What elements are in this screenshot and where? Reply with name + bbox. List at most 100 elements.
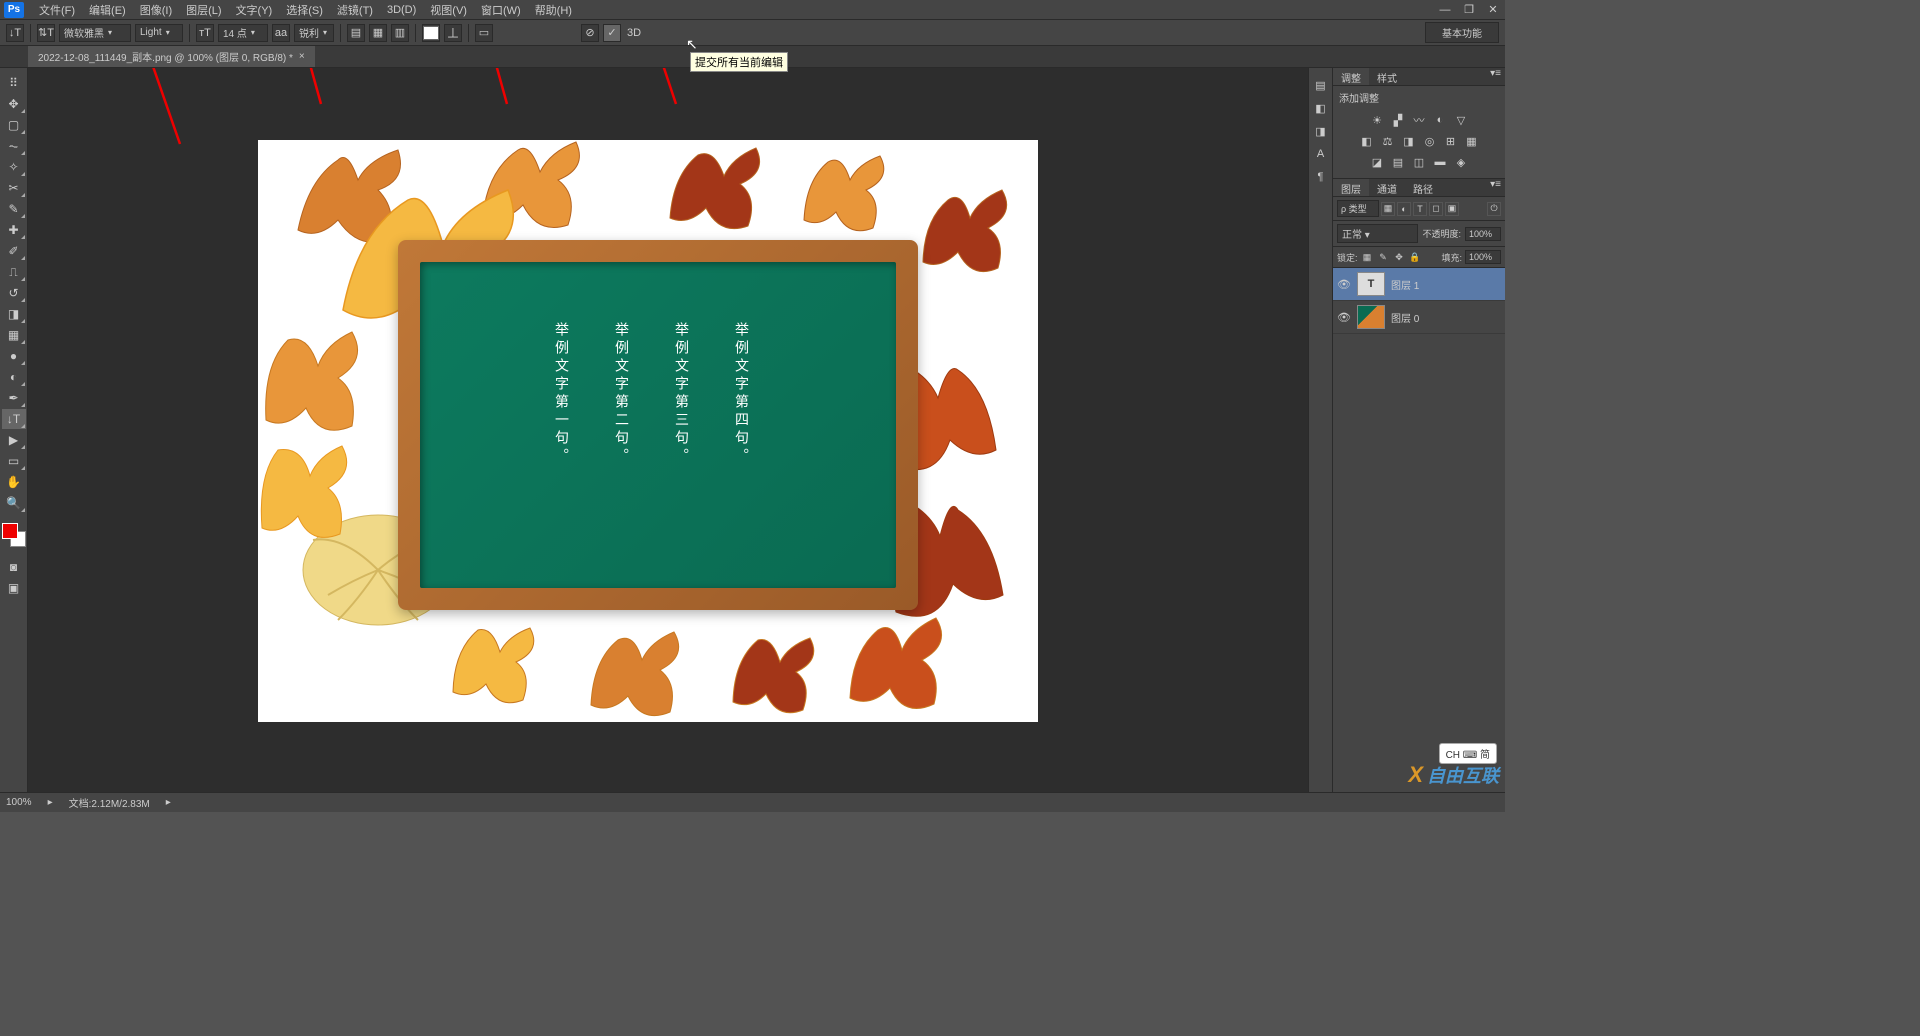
- levels-icon[interactable]: ▞: [1389, 111, 1407, 129]
- history-panel-icon[interactable]: ▤: [1311, 75, 1331, 95]
- colorbalance-icon[interactable]: ⚖: [1379, 132, 1397, 150]
- text-direction-icon[interactable]: ⇅T: [37, 24, 55, 42]
- vertical-text-4[interactable]: 举例文字第四句。: [730, 322, 750, 466]
- font-size-select[interactable]: 14 点 ▾: [218, 24, 268, 42]
- lock-position-icon[interactable]: ✥: [1393, 251, 1406, 264]
- menu-edit[interactable]: 编辑(E): [82, 0, 133, 20]
- menu-help[interactable]: 帮助(H): [528, 0, 579, 20]
- align-top-icon[interactable]: ▤: [347, 24, 365, 42]
- tab-adjustments[interactable]: 调整: [1333, 68, 1369, 85]
- font-style-select[interactable]: Light ▾: [135, 24, 183, 42]
- screenmode-tool[interactable]: ▣: [2, 578, 26, 598]
- history-brush-tool[interactable]: ↺: [2, 283, 26, 303]
- blend-mode-select[interactable]: 正常 ▾: [1337, 224, 1418, 243]
- menu-filter[interactable]: 滤镜(T): [330, 0, 380, 20]
- document-canvas[interactable]: 举例文字第一句。 举例文字第二句。 举例文字第三句。 举例文字第四句。: [258, 140, 1038, 722]
- swatches-panel-icon[interactable]: ◨: [1311, 121, 1331, 141]
- posterize-icon[interactable]: ▤: [1389, 153, 1407, 171]
- brush-tool[interactable]: ✐: [2, 241, 26, 261]
- filter-smart-icon[interactable]: ▣: [1445, 202, 1459, 216]
- document-info[interactable]: 文档:2.12M/2.83M: [69, 795, 150, 810]
- menu-image[interactable]: 图像(I): [133, 0, 179, 20]
- foreground-background-colors[interactable]: [2, 523, 26, 547]
- opacity-input[interactable]: 100%: [1465, 227, 1501, 241]
- photofilter-icon[interactable]: ◎: [1421, 132, 1439, 150]
- lock-transparent-icon[interactable]: ▦: [1361, 251, 1374, 264]
- tab-styles[interactable]: 样式: [1369, 68, 1405, 85]
- canvas-area[interactable]: 举例文字第一句。 举例文字第二句。 举例文字第三句。 举例文字第四句。: [28, 68, 1308, 792]
- fill-input[interactable]: 100%: [1465, 250, 1501, 264]
- hand-tool[interactable]: ✋: [2, 472, 26, 492]
- path-select-tool[interactable]: ▶: [2, 430, 26, 450]
- tab-paths[interactable]: 路径: [1405, 179, 1441, 196]
- panel-menu-icon[interactable]: ▾≡: [1486, 179, 1505, 196]
- layer-filter-type[interactable]: ρ 类型: [1337, 200, 1379, 217]
- color-panel-icon[interactable]: ◧: [1311, 98, 1331, 118]
- minimize-button[interactable]: —: [1433, 2, 1457, 18]
- vertical-text-1[interactable]: 举例文字第一句。: [550, 322, 570, 466]
- menu-3d[interactable]: 3D(D): [380, 2, 423, 18]
- hue-icon[interactable]: ◧: [1358, 132, 1376, 150]
- 3d-button[interactable]: 3D: [625, 24, 643, 42]
- healing-tool[interactable]: ✚: [2, 220, 26, 240]
- colorlookup-icon[interactable]: ▦: [1463, 132, 1481, 150]
- font-family-select[interactable]: 微软雅黑 ▾: [59, 24, 131, 42]
- cancel-edit-icon[interactable]: ⊘: [581, 24, 599, 42]
- gradient-tool[interactable]: ▦: [2, 325, 26, 345]
- filter-pixel-icon[interactable]: ▦: [1381, 202, 1395, 216]
- dodge-tool[interactable]: ◐: [2, 367, 26, 387]
- menu-type[interactable]: 文字(Y): [229, 0, 280, 20]
- menu-file[interactable]: 文件(F): [32, 0, 82, 20]
- lock-all-icon[interactable]: 🔒: [1409, 251, 1422, 264]
- filter-shape-icon[interactable]: ◻: [1429, 202, 1443, 216]
- zoom-arrow-icon[interactable]: ▸: [48, 797, 53, 808]
- quickmask-tool[interactable]: ◙: [2, 557, 26, 577]
- bw-icon[interactable]: ◨: [1400, 132, 1418, 150]
- zoom-tool[interactable]: 🔍: [2, 493, 26, 513]
- align-bottom-icon[interactable]: ▥: [391, 24, 409, 42]
- eraser-tool[interactable]: ◨: [2, 304, 26, 324]
- text-color-swatch[interactable]: [422, 24, 440, 42]
- invert-icon[interactable]: ◪: [1368, 153, 1386, 171]
- brightness-icon[interactable]: ☀: [1368, 111, 1386, 129]
- tab-close-icon[interactable]: ×: [299, 51, 305, 62]
- close-button[interactable]: ✕: [1481, 2, 1505, 18]
- shape-tool[interactable]: ▭: [2, 451, 26, 471]
- info-arrow-icon[interactable]: ▸: [166, 797, 171, 808]
- selectivecolor-icon[interactable]: ◈: [1452, 153, 1470, 171]
- filter-adjust-icon[interactable]: ◐: [1397, 202, 1411, 216]
- menu-window[interactable]: 窗口(W): [474, 0, 528, 20]
- threshold-icon[interactable]: ◫: [1410, 153, 1428, 171]
- filter-type-icon[interactable]: T: [1413, 202, 1427, 216]
- layer-visibility-icon[interactable]: 👁: [1337, 311, 1351, 324]
- lasso-tool[interactable]: ⏦: [2, 136, 26, 156]
- lock-pixels-icon[interactable]: ✎: [1377, 251, 1390, 264]
- magic-wand-tool[interactable]: ✧: [2, 157, 26, 177]
- document-tab[interactable]: 2022-12-08_111449_副本.png @ 100% (图层 0, R…: [28, 46, 315, 67]
- commit-edit-icon[interactable]: ✓: [603, 24, 621, 42]
- paragraph-panel-icon[interactable]: ¶: [1311, 167, 1331, 187]
- eyedropper-tool[interactable]: ✎: [2, 199, 26, 219]
- filter-toggle-icon[interactable]: ⏻: [1487, 202, 1501, 216]
- crop-tool[interactable]: ✂: [2, 178, 26, 198]
- character-panel-icon[interactable]: ▭: [475, 24, 493, 42]
- curves-icon[interactable]: 〰: [1410, 111, 1428, 129]
- stamp-tool[interactable]: ⎍: [2, 262, 26, 282]
- gradientmap-icon[interactable]: ▬: [1431, 153, 1449, 171]
- menu-select[interactable]: 选择(S): [279, 0, 330, 20]
- tab-channels[interactable]: 通道: [1369, 179, 1405, 196]
- antialiasing-select[interactable]: 锐利 ▾: [294, 24, 334, 42]
- zoom-level[interactable]: 100%: [6, 797, 32, 808]
- text-orientation-toggle[interactable]: ↓T: [6, 24, 24, 42]
- tab-layers[interactable]: 图层: [1333, 179, 1369, 196]
- vertical-text-2[interactable]: 举例文字第二句。: [610, 322, 630, 466]
- workspace-select[interactable]: 基本功能: [1425, 22, 1499, 43]
- type-tool[interactable]: ↓T: [2, 409, 26, 429]
- layer-visibility-icon[interactable]: 👁: [1337, 278, 1351, 291]
- toolbox-grip-icon[interactable]: ⠿: [2, 73, 26, 93]
- layer-name[interactable]: 图层 0: [1391, 310, 1419, 325]
- foreground-color[interactable]: [2, 523, 18, 539]
- vibrance-icon[interactable]: ▽: [1452, 111, 1470, 129]
- channelmixer-icon[interactable]: ⊞: [1442, 132, 1460, 150]
- panel-menu-icon[interactable]: ▾≡: [1486, 68, 1505, 85]
